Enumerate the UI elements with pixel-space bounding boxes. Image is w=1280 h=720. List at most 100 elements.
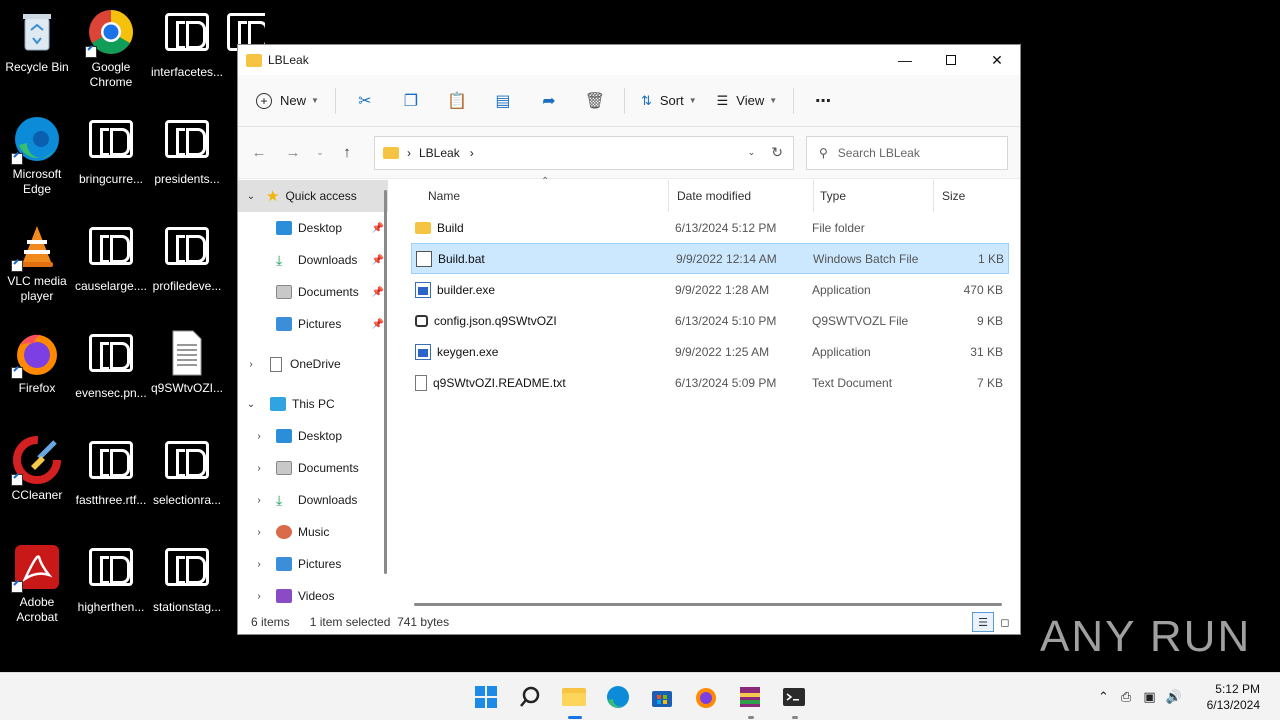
chevron-right-icon[interactable]: › <box>252 527 266 538</box>
desktop-icon <box>276 221 292 235</box>
address-dropdown-icon[interactable]: ⌄ <box>748 147 756 158</box>
rename-button[interactable]: ▤ <box>480 83 526 119</box>
sidebar-item-desktop[interactable]: Desktop 📌 <box>238 212 388 244</box>
title-bar[interactable]: LBLeak — ✕ <box>238 45 1020 75</box>
copy-button[interactable]: ❐ <box>388 83 434 119</box>
system-tray: ⌃ ⎙ ▣ 🔊 <box>1098 673 1182 720</box>
new-button[interactable]: + New ▼ <box>246 83 329 119</box>
cut-button[interactable]: ✂ <box>342 83 388 119</box>
close-button[interactable]: ✕ <box>974 45 1020 75</box>
taskbar-store[interactable] <box>646 681 678 713</box>
documents-icon <box>276 461 292 475</box>
share-button[interactable]: ➦ <box>526 83 572 119</box>
horizontal-scrollbar[interactable] <box>414 603 1002 606</box>
desktop-icon-file[interactable]: profiledeve... <box>150 222 224 294</box>
view-button[interactable]: ☰ View ▼ <box>707 83 788 119</box>
start-button[interactable] <box>470 681 502 713</box>
desktop-icon-firefox[interactable]: Firefox <box>0 329 74 396</box>
chevron-right-icon[interactable]: › <box>252 559 266 570</box>
sort-button[interactable]: ⇅ Sort ▼ <box>631 83 707 119</box>
file-row[interactable]: Build 6/13/2024 5:12 PM File folder <box>411 212 1009 243</box>
pin-icon: 📌 <box>371 254 384 266</box>
details-view-button[interactable]: ☰ <box>972 612 994 632</box>
delete-button[interactable]: 🗑 <box>572 83 618 119</box>
desktop-icon-chrome[interactable]: Google Chrome <box>74 8 148 90</box>
chevron-right-icon[interactable]: › <box>252 431 266 442</box>
sidebar-item-pc-desktop[interactable]: › Desktop <box>238 420 388 452</box>
chevron-right-icon[interactable]: › <box>244 359 258 370</box>
maximize-button[interactable] <box>928 45 974 75</box>
desktop-icon-file[interactable]: presidents... <box>150 115 224 187</box>
desktop-icon-edge[interactable]: Microsoft Edge <box>0 115 74 197</box>
chevron-down-icon[interactable]: ⌄ <box>244 191 258 202</box>
sidebar-item-pictures[interactable]: Pictures 📌 <box>238 308 388 340</box>
desktop-icon-vlc[interactable]: VLC media player <box>0 222 74 304</box>
desktop-icon-file[interactable]: q9SWtvOZI... <box>150 329 224 396</box>
search-button[interactable] <box>514 681 546 713</box>
sidebar-item-pc-music[interactable]: › Music <box>238 516 388 548</box>
breadcrumb-item[interactable]: LBLeak <box>419 146 460 160</box>
sidebar-scrollbar[interactable] <box>384 190 387 574</box>
sidebar-item-pc-documents[interactable]: › Documents <box>238 452 388 484</box>
taskbar-file-explorer[interactable] <box>558 681 590 719</box>
column-name[interactable]: Name <box>396 180 669 212</box>
forward-button[interactable]: → <box>276 138 310 168</box>
edge-icon <box>607 686 629 708</box>
sidebar-item-onedrive[interactable]: › OneDrive <box>238 348 388 380</box>
clock[interactable]: 5:12 PM 6/13/2024 <box>1207 681 1260 713</box>
chevron-right-icon[interactable]: › <box>252 495 266 506</box>
desktop-icon-file[interactable]: interfacetes... <box>150 8 224 80</box>
paste-icon: 📋 <box>446 92 467 110</box>
column-size[interactable]: Size <box>934 180 1012 212</box>
search-input[interactable]: ⚲ Search LBLeak <box>806 135 1008 170</box>
taskbar-edge[interactable] <box>602 681 634 713</box>
column-type[interactable]: Type <box>814 180 934 212</box>
refresh-icon[interactable]: ↻ <box>771 144 783 161</box>
file-row[interactable]: q9SWtvOZI.README.txt 6/13/2024 5:09 PM T… <box>411 367 1009 398</box>
sidebar-item-pc-pictures[interactable]: › Pictures <box>238 548 388 580</box>
desktop-icon-acrobat[interactable]: Adobe Acrobat <box>0 543 74 625</box>
sidebar-item-quick-access[interactable]: ⌄ ★ Quick access <box>238 180 388 212</box>
lockbit-file-icon <box>163 13 211 61</box>
address-bar[interactable]: › LBLeak › ⌄ ↻ <box>374 135 794 170</box>
volume-icon[interactable]: 🔊 <box>1166 689 1182 705</box>
copy-icon: ❐ <box>403 92 419 110</box>
chevron-up-icon[interactable]: ⌃ <box>1098 689 1109 705</box>
desktop-icon-ccleaner[interactable]: CCleaner <box>0 436 74 503</box>
more-options-button[interactable]: ⋯ <box>800 83 846 119</box>
chevron-down-icon[interactable]: ⌄ <box>244 399 258 410</box>
taskbar-winrar[interactable] <box>734 681 766 719</box>
desktop-icon-file[interactable]: evensec.pn... <box>74 329 148 401</box>
file-row[interactable]: builder.exe 9/9/2022 1:28 AM Application… <box>411 274 1009 305</box>
desktop-icon-file[interactable]: causelarge.... <box>74 222 148 294</box>
terminal-icon <box>783 688 805 706</box>
minimize-button[interactable]: — <box>882 45 928 75</box>
taskbar-firefox[interactable] <box>690 681 722 713</box>
sidebar-item-pc-downloads[interactable]: › ⤓ Downloads <box>238 484 388 516</box>
file-row[interactable]: Build.bat 9/9/2022 12:14 AM Windows Batc… <box>411 243 1009 274</box>
sidebar-item-this-pc[interactable]: ⌄ This PC <box>238 388 388 420</box>
sidebar-item-documents[interactable]: Documents 📌 <box>238 276 388 308</box>
desktop-icon-recycle-bin[interactable]: Recycle Bin <box>0 8 74 75</box>
paste-button[interactable]: 📋 <box>434 83 480 119</box>
desktop-icon-file[interactable]: fastthree.rtf... <box>74 436 148 508</box>
file-row[interactable]: config.json.q9SWtvOZI 6/13/2024 5:10 PM … <box>411 305 1009 336</box>
chevron-right-icon[interactable]: › <box>252 591 266 602</box>
vlc-icon <box>11 222 61 272</box>
desktop-icon-file[interactable]: bringcurre... <box>74 115 148 187</box>
network-icon[interactable]: ▣ <box>1143 689 1155 705</box>
desktop-icon-file[interactable]: stationstag... <box>150 543 224 615</box>
taskbar-terminal[interactable] <box>778 681 810 719</box>
column-date-modified[interactable]: Date modified <box>669 180 814 212</box>
sidebar-item-pc-videos[interactable]: › Videos <box>238 580 388 612</box>
desktop-icon-file[interactable]: higherthen... <box>74 543 148 615</box>
tiles-view-button[interactable]: ◻ <box>994 612 1016 632</box>
printer-icon[interactable]: ⎙ <box>1121 689 1131 705</box>
recent-locations-button[interactable]: ⌄ <box>310 138 330 168</box>
up-button[interactable]: ↑ <box>330 138 364 168</box>
file-row[interactable]: keygen.exe 9/9/2022 1:25 AM Application … <box>411 336 1009 367</box>
sidebar-item-downloads[interactable]: ⤓ Downloads 📌 <box>238 244 388 276</box>
desktop-icon-file[interactable]: selectionra... <box>150 436 224 508</box>
chevron-right-icon[interactable]: › <box>252 463 266 474</box>
back-button[interactable]: ← <box>242 138 276 168</box>
